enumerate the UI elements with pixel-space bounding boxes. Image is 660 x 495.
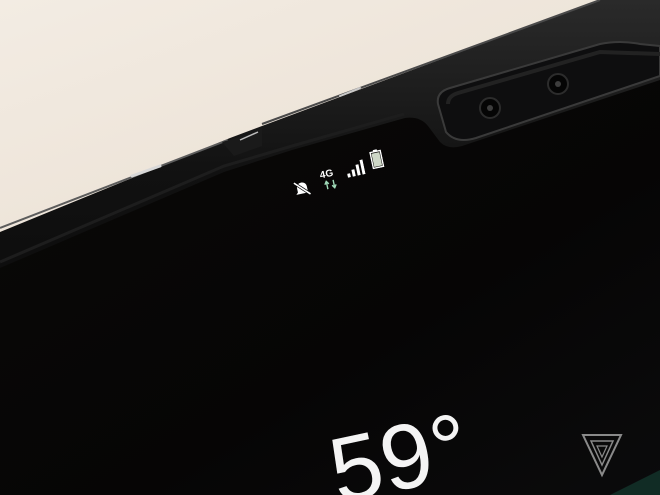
signal-icon xyxy=(347,159,366,178)
photo-scene: 4G 59° xyxy=(0,0,660,495)
mute-icon xyxy=(293,181,312,196)
battery-icon xyxy=(369,149,385,170)
front-camera-lens-2 xyxy=(547,73,569,95)
front-camera-lens-1 xyxy=(479,97,501,119)
data-arrows-icon xyxy=(324,179,337,190)
the-verge-logo-icon xyxy=(581,434,623,478)
